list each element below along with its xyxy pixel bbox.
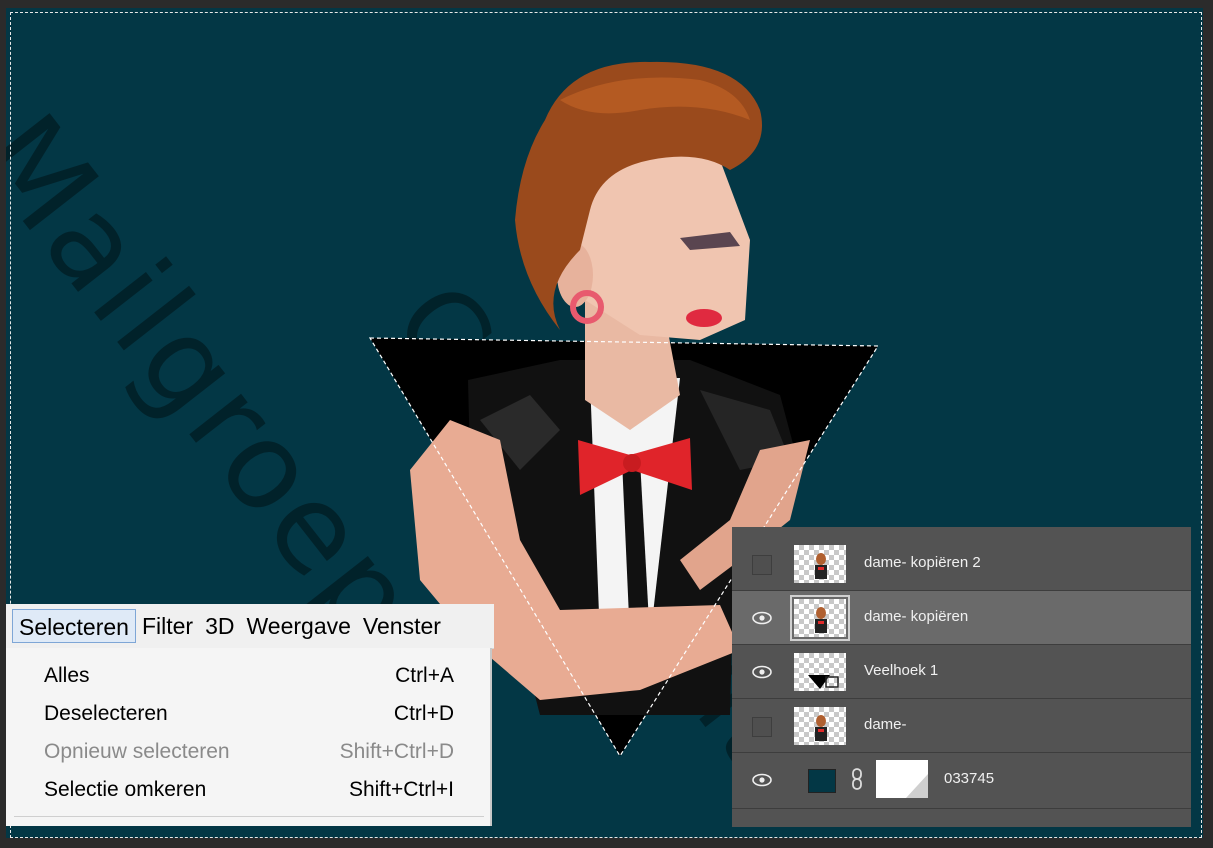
- link-chain-icon: [852, 768, 862, 790]
- visibility-toggle-empty[interactable]: [752, 717, 772, 737]
- layer-name: dame- kopiëren: [864, 608, 969, 625]
- visibility-toggle-empty[interactable]: [752, 555, 772, 575]
- menu-item-deselecteren[interactable]: Deselecteren Ctrl+D: [6, 698, 492, 732]
- layer-name: dame-: [864, 716, 907, 733]
- layer-row-dame[interactable]: dame-: [732, 699, 1191, 753]
- menu-item-label: Opnieuw selecteren: [44, 740, 230, 763]
- menu-item-label: Deselecteren: [44, 702, 168, 725]
- eye-icon[interactable]: [752, 663, 772, 681]
- layer-thumbnail: [794, 653, 846, 691]
- layer-name: dame- kopiëren 2: [864, 554, 981, 571]
- layers-panel: dame- kopiëren 2 dame- kopiëren Veelhoek…: [732, 527, 1191, 827]
- layer-row-033745[interactable]: 033745: [732, 753, 1191, 809]
- layer-name: 033745: [944, 770, 995, 787]
- menu-bar: Selecteren Filter 3D Weergave Venster: [6, 604, 494, 649]
- menu-venster[interactable]: Venster: [357, 609, 447, 643]
- eye-icon[interactable]: [752, 609, 772, 627]
- menu-item-shortcut: Shift+Ctrl+I: [348, 778, 454, 801]
- layer-thumbnail: [794, 707, 846, 745]
- frame-right: [1203, 0, 1213, 848]
- menu-selecteren[interactable]: Selecteren: [12, 609, 136, 643]
- layer-row-dame-kopieren[interactable]: dame- kopiëren: [732, 591, 1191, 645]
- menu-item-label: Selectie omkeren: [44, 778, 207, 801]
- menu-item-alles[interactable]: Alles Ctrl+A: [6, 660, 492, 694]
- menu-item-shortcut: Shift+Ctrl+D: [339, 740, 454, 763]
- menu-weergave[interactable]: Weergave: [241, 609, 357, 643]
- layer-name: Veelhoek 1: [864, 662, 939, 679]
- layer-thumbnail: [794, 545, 846, 583]
- menu-item-shortcut: Ctrl+A: [395, 664, 454, 687]
- layer-row-veelhoek-1[interactable]: Veelhoek 1: [732, 645, 1191, 699]
- layer-thumbnail: [790, 595, 850, 641]
- menu-item-selectie-omkeren[interactable]: Selectie omkeren Shift+Ctrl+I: [6, 774, 492, 808]
- selecteren-dropdown: Alles Ctrl+A Deselecteren Ctrl+D Opnieuw…: [6, 648, 492, 826]
- menu-item-label: Alles: [44, 664, 90, 687]
- layer-row-dame-kopieren-2[interactable]: dame- kopiëren 2: [732, 537, 1191, 591]
- layer-mask-thumbnail: [876, 760, 928, 798]
- menu-item-opnieuw-selecteren: Opnieuw selecteren Shift+Ctrl+D: [6, 736, 492, 770]
- menu-3d[interactable]: 3D: [199, 609, 240, 643]
- select-menu-overlay: Selecteren Filter 3D Weergave Venster Al…: [6, 604, 494, 826]
- menu-item-shortcut: Ctrl+D: [393, 702, 454, 725]
- fill-color-thumbnail: [808, 769, 836, 793]
- eye-icon[interactable]: [752, 771, 772, 789]
- menu-separator: [14, 816, 484, 817]
- menu-filter[interactable]: Filter: [136, 609, 199, 643]
- frame-top: [0, 0, 1213, 8]
- frame-bottom: [0, 838, 1213, 848]
